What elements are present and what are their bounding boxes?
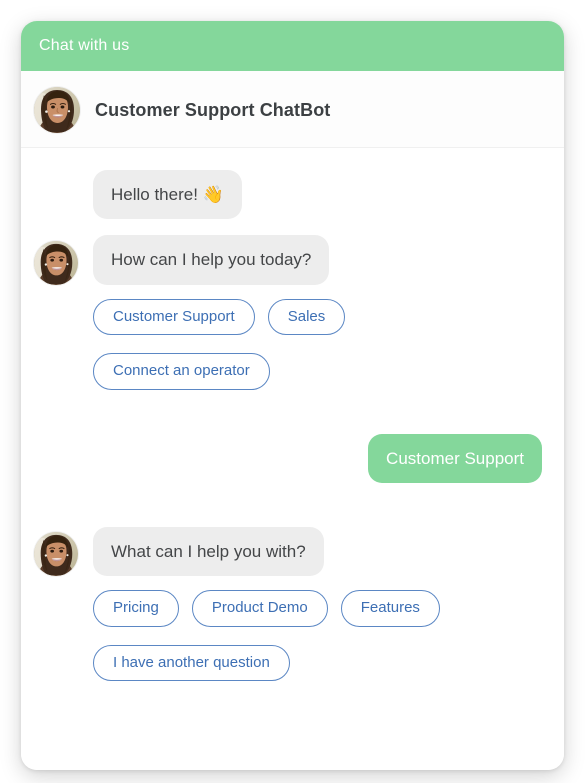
bot-avatar — [34, 87, 80, 133]
chat-header: Chat with us — [21, 21, 564, 71]
quick-reply-connect-an-operator[interactable]: Connect an operator — [93, 353, 270, 390]
bot-identity-row: Customer Support ChatBot — [21, 71, 564, 148]
message-row-bot-question: How can I help you today? — [34, 235, 546, 285]
avatar-slot — [34, 240, 80, 285]
screenshot-root: Chat with us Customer Support ChatBot He… — [0, 0, 586, 783]
chat-header-title: Chat with us — [39, 37, 130, 54]
chat-bubble-bot: What can I help you with? — [93, 526, 324, 576]
quick-reply-product-demo[interactable]: Product Demo — [191, 590, 328, 627]
avatar-slot — [34, 532, 80, 576]
bot-avatar — [34, 532, 78, 576]
chat-bubble-bot: Hello there! 👋 — [93, 170, 242, 220]
bot-avatar — [34, 240, 78, 285]
quick-reply-features[interactable]: Features — [340, 590, 440, 627]
message-row-bot-greeting: Hello there! 👋 — [34, 170, 546, 220]
chat-bubble-user: Customer Support — [368, 433, 542, 483]
quick-reply-customer-support[interactable]: Customer Support — [93, 298, 255, 335]
quick-reply-group-1: Customer Support Sales Connect an operat… — [34, 289, 546, 390]
message-row-bot-followup: What can I help you with? — [34, 526, 546, 576]
quick-reply-group-2: Pricing Product Demo Features I have ano… — [34, 580, 546, 681]
chat-message-list: Hello there! 👋 How can I help you today?… — [21, 148, 564, 770]
quick-reply-sales[interactable]: Sales — [267, 298, 346, 335]
quick-reply-i-have-another-question[interactable]: I have another question — [93, 644, 290, 681]
chat-bubble-bot: How can I help you today? — [93, 235, 330, 285]
chat-widget-card: Chat with us Customer Support ChatBot He… — [21, 21, 564, 770]
quick-reply-pricing[interactable]: Pricing — [93, 590, 179, 627]
bot-name: Customer Support ChatBot — [95, 99, 331, 120]
message-row-user: Customer Support — [34, 433, 546, 483]
